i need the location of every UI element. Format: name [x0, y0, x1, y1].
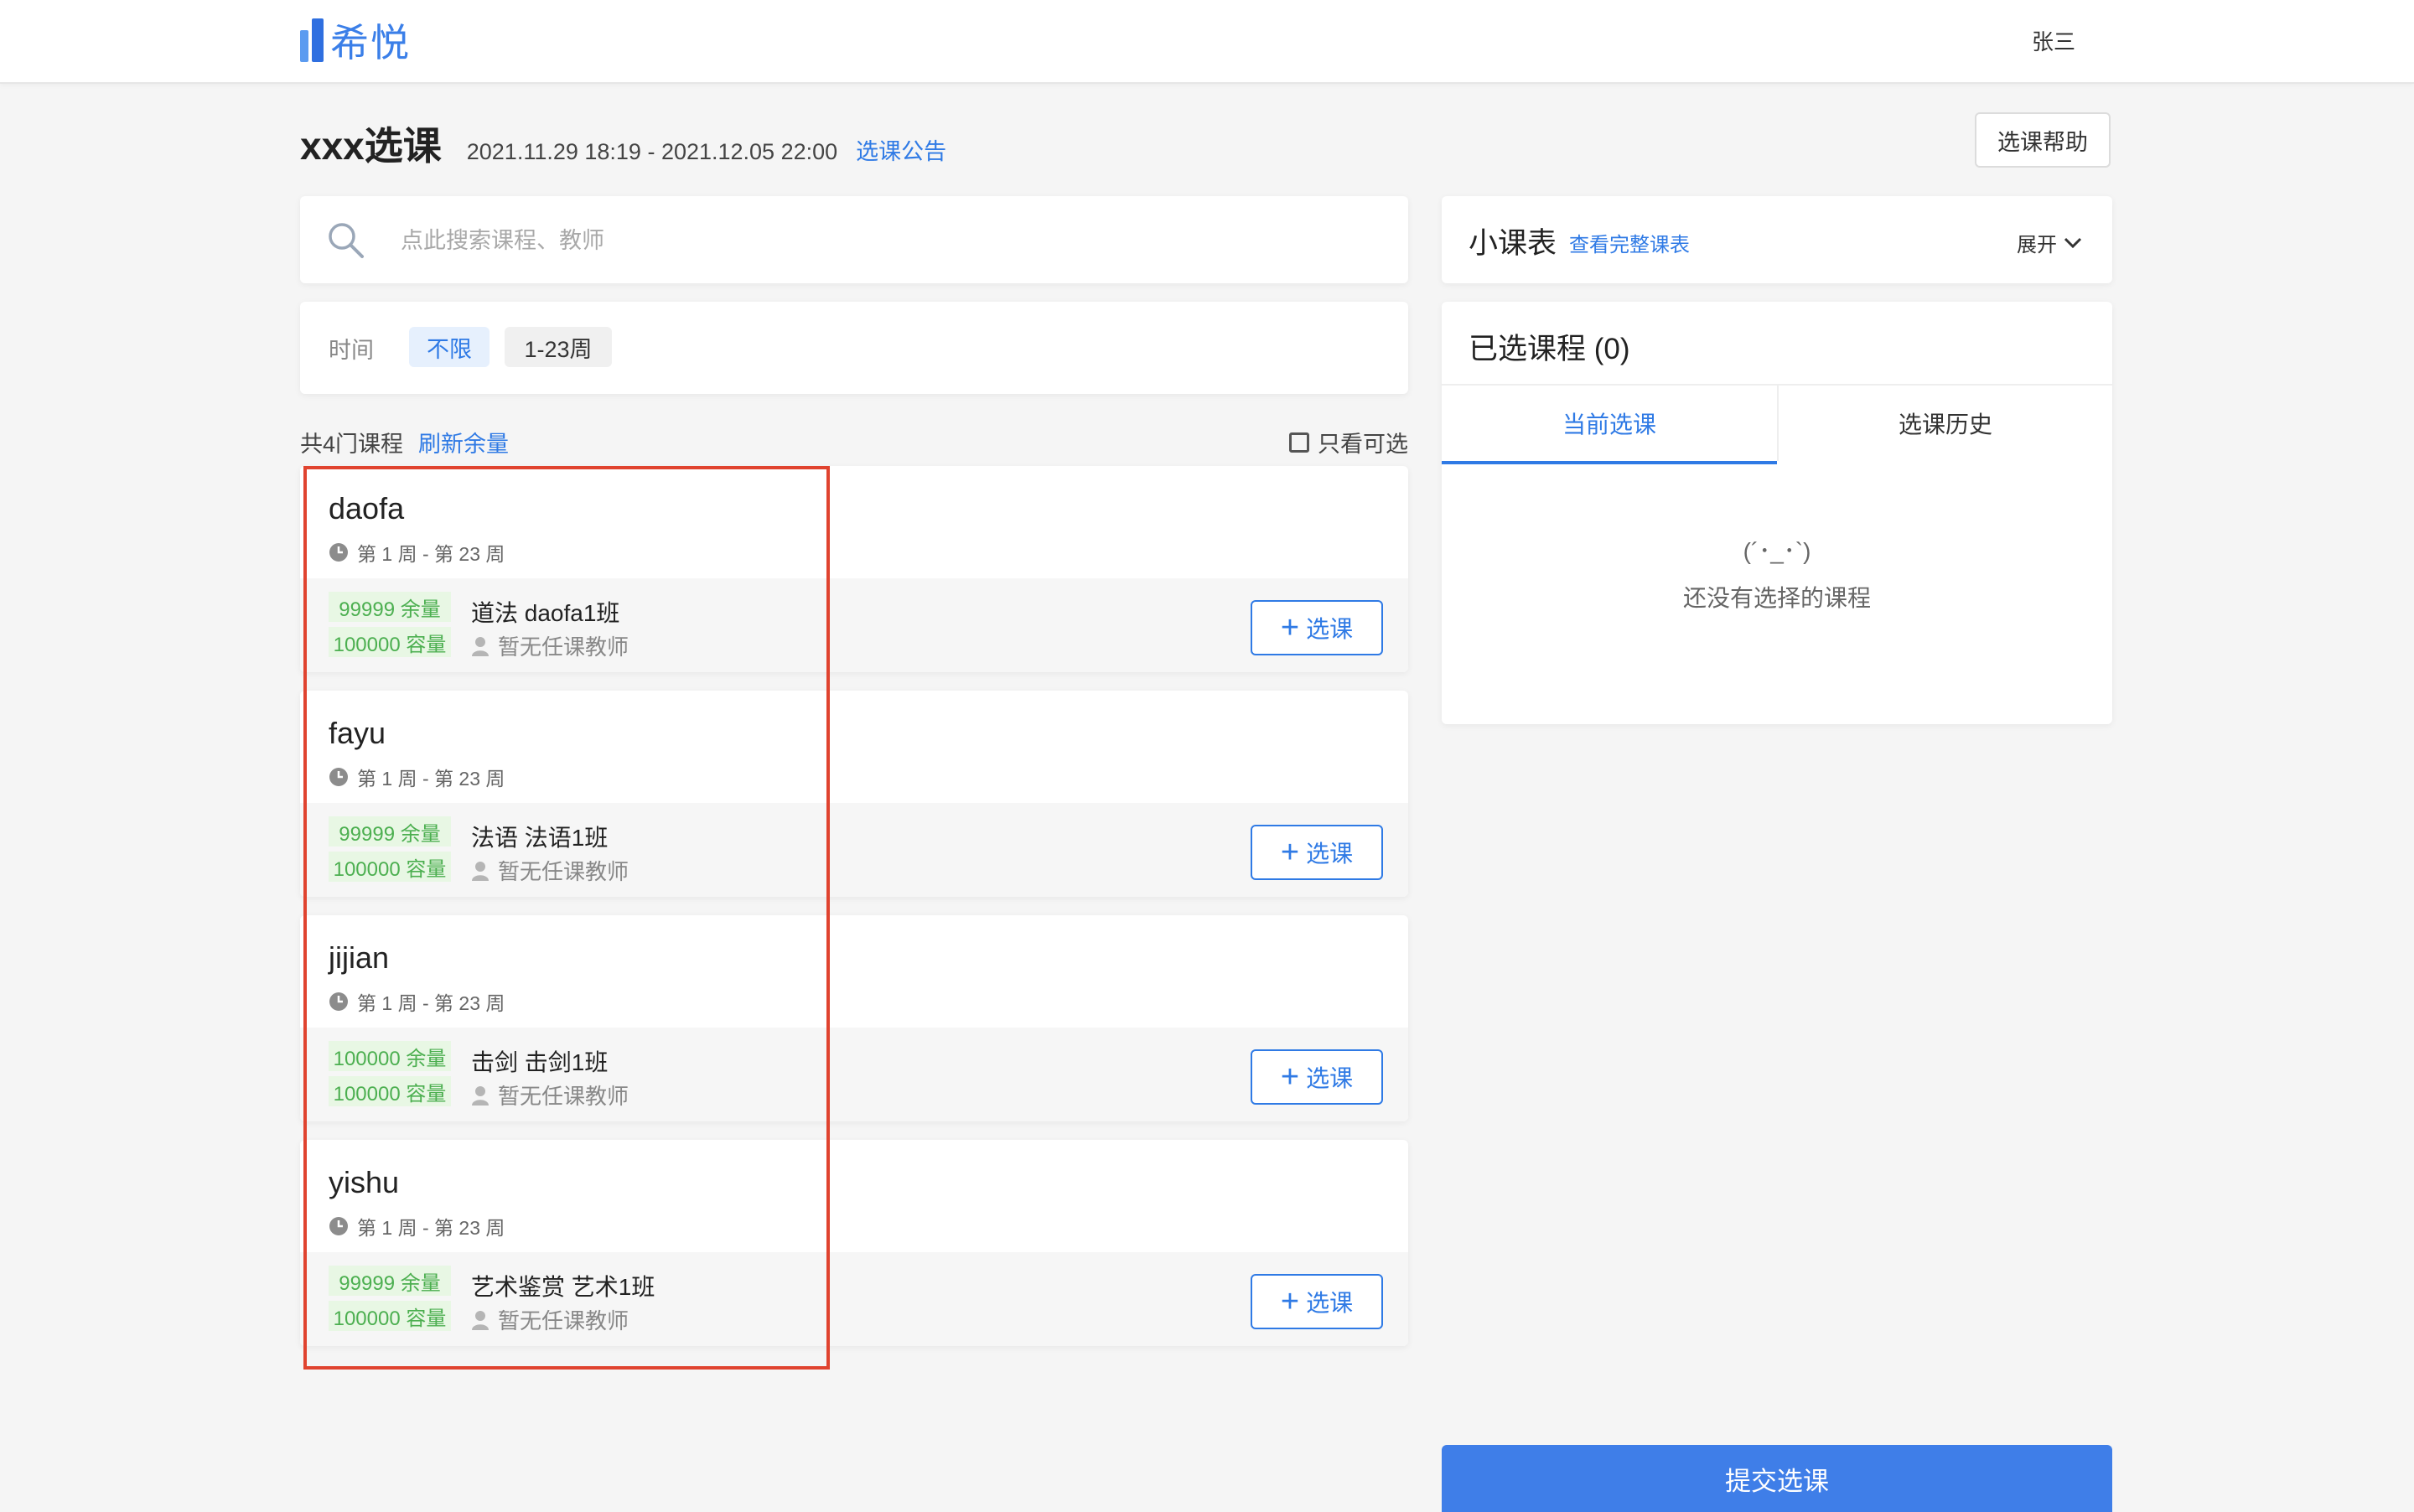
select-course-button[interactable]: + 选课 [1251, 600, 1383, 655]
course-weeks: 第 1 周 - 第 23 周 [329, 1212, 505, 1240]
expand-toggle[interactable]: 展开 [2017, 228, 2082, 257]
tab-selection-history[interactable]: 选课历史 [1777, 386, 2112, 461]
teacher-name: 暂无任课教师 [498, 1084, 629, 1109]
full-schedule-link[interactable]: 查看完整课表 [1569, 228, 1690, 257]
select-course-label: 选课 [1306, 616, 1354, 642]
course-card: daofa 第 1 周 - 第 23 周 99999 余量 100000 容量 … [300, 466, 1408, 672]
teacher-name: 暂无任课教师 [498, 859, 629, 884]
refresh-remaining-link[interactable]: 刷新余量 [418, 432, 509, 457]
class-name: 道法 daofa1班 [471, 600, 620, 626]
course-count-row: 共4门课程 刷新余量 [300, 426, 509, 458]
remaining-badge: 99999 余量 [329, 816, 451, 847]
chevron-down-icon [2064, 237, 2082, 248]
top-header: 希悦 张三 [0, 0, 2414, 84]
tab-current-selection[interactable]: 当前选课 [1442, 386, 1777, 464]
select-course-button[interactable]: + 选课 [1251, 825, 1383, 880]
mini-schedule-card: 小课表 查看完整课表 展开 [1442, 196, 2112, 283]
remaining-badge: 99999 余量 [329, 592, 451, 622]
empty-message: 还没有选择的课程 [1682, 585, 1871, 611]
time-filter-all[interactable]: 不限 [409, 327, 490, 367]
logo-text: 希悦 [330, 21, 411, 65]
selected-tabs: 当前选课 选课历史 [1442, 384, 2112, 464]
logo[interactable]: 希悦 [300, 17, 411, 65]
class-name: 艺术鉴赏 艺术1班 [471, 1274, 655, 1300]
select-course-label: 选课 [1306, 1065, 1354, 1091]
course-weeks-text: 第 1 周 - 第 23 周 [357, 992, 505, 1014]
plus-icon: + [1280, 610, 1300, 645]
teacher-name: 暂无任课教师 [498, 634, 629, 660]
plus-icon: + [1280, 1284, 1300, 1319]
course-weeks-text: 第 1 周 - 第 23 周 [357, 768, 505, 790]
select-course-label: 选课 [1306, 1290, 1354, 1316]
capacity-badge: 100000 容量 [329, 627, 451, 657]
submit-selection-button[interactable]: 提交选课 [1442, 1445, 2112, 1512]
teacher: 暂无任课教师 [471, 1080, 629, 1111]
course-card: fayu 第 1 周 - 第 23 周 99999 余量 100000 容量 法… [300, 691, 1408, 897]
course-count: 共4门课程 [300, 432, 404, 457]
class-section: 100000 余量 100000 容量 击剑 击剑1班 暂无任课教师 + 选课 [300, 1028, 1408, 1121]
select-course-button[interactable]: + 选课 [1251, 1049, 1383, 1105]
selection-period: 2021.11.29 18:19 - 2021.12.05 22:00 [466, 139, 838, 164]
clock-icon [329, 1217, 348, 1235]
course-weeks: 第 1 周 - 第 23 周 [329, 987, 505, 1016]
clock-icon [329, 992, 348, 1011]
expand-label: 展开 [2017, 234, 2057, 256]
person-icon [472, 636, 489, 656]
course-name: jijian [329, 940, 390, 975]
only-selectable-label: 只看可选 [1318, 432, 1408, 457]
course-weeks: 第 1 周 - 第 23 周 [329, 763, 505, 791]
capacity-badge: 100000 容量 [329, 1301, 451, 1331]
mini-schedule-title: 小课表 [1469, 227, 1557, 260]
time-filter-label: 时间 [329, 338, 374, 363]
select-course-button[interactable]: + 选课 [1251, 1274, 1383, 1329]
teacher: 暂无任课教师 [471, 630, 629, 661]
only-selectable-toggle[interactable]: 只看可选 [1289, 426, 1408, 458]
class-section: 99999 余量 100000 容量 艺术鉴赏 艺术1班 暂无任课教师 + 选课 [300, 1252, 1408, 1346]
capacity-badge: 100000 容量 [329, 1076, 451, 1106]
course-name: daofa [329, 491, 405, 526]
help-button[interactable]: 选课帮助 [1975, 112, 2111, 168]
class-name: 法语 法语1班 [471, 825, 609, 851]
class-section: 99999 余量 100000 容量 道法 daofa1班 暂无任课教师 + 选课 [300, 578, 1408, 672]
plus-icon: + [1280, 1059, 1300, 1095]
search-card [300, 196, 1408, 283]
teacher-name: 暂无任课教师 [498, 1308, 629, 1333]
selected-courses-card: 已选课程 (0) 当前选课 选课历史 (´･_･`) 还没有选择的课程 [1442, 302, 2112, 724]
clock-icon [329, 543, 348, 562]
remaining-badge: 100000 余量 [329, 1041, 451, 1071]
notice-link[interactable]: 选课公告 [856, 133, 946, 166]
remaining-badge: 99999 余量 [329, 1266, 451, 1296]
course-card: yishu 第 1 周 - 第 23 周 99999 余量 100000 容量 … [300, 1140, 1408, 1346]
person-icon [472, 861, 489, 881]
course-weeks: 第 1 周 - 第 23 周 [329, 538, 505, 567]
teacher: 暂无任课教师 [471, 855, 629, 886]
time-filter-weeks[interactable]: 1-23周 [505, 327, 612, 367]
only-selectable-checkbox[interactable] [1289, 432, 1309, 453]
search-icon [329, 223, 364, 258]
user-name[interactable]: 张三 [2032, 25, 2075, 56]
person-icon [472, 1085, 489, 1106]
class-name: 击剑 击剑1班 [471, 1049, 609, 1075]
course-name: yishu [329, 1165, 400, 1199]
person-icon [472, 1310, 489, 1330]
logo-icon [300, 18, 324, 62]
select-course-label: 选课 [1306, 841, 1354, 867]
search-input[interactable] [399, 221, 1366, 260]
filter-card: 时间 不限 1-23周 [300, 302, 1408, 394]
course-weeks-text: 第 1 周 - 第 23 周 [357, 1217, 505, 1239]
plus-icon: + [1280, 835, 1300, 870]
teacher: 暂无任课教师 [471, 1304, 629, 1335]
class-section: 99999 余量 100000 容量 法语 法语1班 暂无任课教师 + 选课 [300, 803, 1408, 897]
title-row: xxx选课 2021.11.29 18:19 - 2021.12.05 22:0… [300, 116, 946, 174]
capacity-badge: 100000 容量 [329, 852, 451, 882]
page-title: xxx选课 [300, 124, 442, 168]
course-card: jijian 第 1 周 - 第 23 周 100000 余量 100000 容… [300, 915, 1408, 1121]
course-name: fayu [329, 716, 386, 750]
selected-courses-title: 已选课程 (0) [1469, 333, 1630, 365]
clock-icon [329, 768, 348, 786]
empty-face: (´･_･`) [1743, 538, 1811, 564]
course-weeks-text: 第 1 周 - 第 23 周 [357, 543, 505, 565]
